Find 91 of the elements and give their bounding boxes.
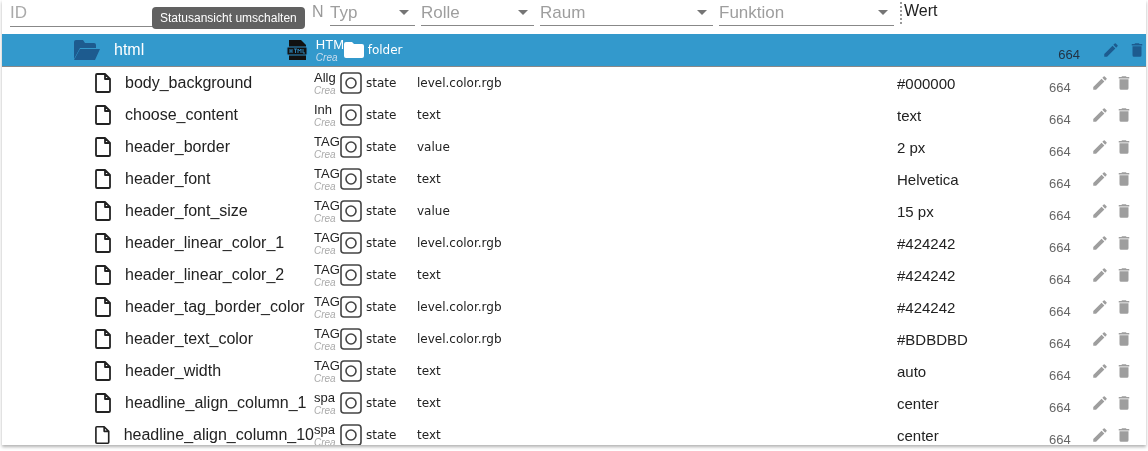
object-type: state [366, 364, 397, 378]
object-id: choose_content [125, 106, 238, 124]
acl-value: 664 [1049, 271, 1072, 287]
object-role: text [417, 268, 441, 282]
object-value: #424242 [897, 266, 956, 284]
object-role: text [417, 364, 441, 378]
object-id: header_linear_color_2 [125, 266, 285, 284]
object-value: text [897, 106, 922, 124]
acl-value: 664 [1049, 143, 1072, 159]
object-value: #BDBDBD [897, 330, 968, 348]
object-role: text [417, 396, 441, 410]
object-name: Allg [314, 70, 337, 85]
object-description: Crea [314, 213, 337, 224]
object-description: Crea [314, 405, 337, 416]
object-type: state [366, 428, 397, 442]
object-description: Crea [314, 85, 337, 96]
object-type: state [366, 332, 397, 346]
object-id: header_font [125, 170, 211, 188]
object-value: 2 px [897, 138, 926, 156]
object-type: folder [367, 43, 403, 57]
tooltip: Statusansicht umschalten [152, 7, 305, 29]
object-id: header_tag_border_color [125, 298, 305, 316]
object-value: Helvetica [897, 170, 959, 188]
object-description: Crea [314, 117, 337, 128]
object-role: value [417, 140, 450, 154]
object-type: state [366, 76, 397, 90]
object-value: center [897, 426, 939, 444]
acl-value: 664 [1049, 239, 1072, 255]
object-role: level.color.rgb [417, 300, 502, 314]
object-value: #424242 [897, 234, 956, 252]
object-description: Crea [315, 52, 339, 63]
object-description: Crea [314, 341, 337, 352]
object-id: headline_align_column_1 [125, 394, 307, 412]
object-id: headline_align_column_10 [123, 426, 314, 444]
acl-value: 664 [1049, 335, 1072, 351]
object-name: spa [314, 390, 336, 405]
object-value: 15 px [897, 202, 934, 220]
object-role: level.color.rgb [417, 236, 502, 250]
object-type: state [366, 268, 397, 282]
object-type: state [366, 140, 397, 154]
acl-value: 664 [1049, 303, 1072, 319]
object-description: Crea [314, 277, 337, 288]
object-description: Crea [314, 373, 337, 384]
object-type: state [366, 204, 397, 218]
object-name: TAG [314, 166, 340, 181]
object-description: Crea [314, 149, 337, 160]
object-name: HTM [315, 37, 342, 52]
object-value: #000000 [897, 74, 956, 92]
object-role: level.color.rgb [417, 332, 502, 346]
object-name: spa [314, 422, 336, 437]
object-description: Crea [314, 245, 337, 256]
object-value: #424242 [897, 298, 956, 316]
acl-value: 664 [1049, 431, 1072, 445]
object-id: html [114, 41, 145, 59]
object-name: TAG [314, 134, 340, 149]
object-type: state [366, 108, 397, 122]
column-header: Wert [904, 2, 938, 20]
object-value: auto [897, 362, 927, 380]
object-role: text [417, 108, 441, 122]
object-id: header_linear_color_1 [125, 234, 285, 252]
object-type: state [366, 172, 397, 186]
object-id: header_font_size [125, 202, 248, 220]
column-header: N [311, 3, 324, 21]
object-id: body_background [125, 74, 253, 92]
object-name: TAG [314, 326, 340, 341]
acl-value: 664 [1049, 111, 1072, 127]
object-id: header_width [125, 362, 222, 380]
acl-value: 664 [1049, 175, 1072, 191]
object-role: text [417, 172, 441, 186]
object-name: TAG [314, 262, 340, 277]
acl-value: 664 [1049, 207, 1072, 223]
object-id: header_text_color [125, 330, 254, 348]
object-type: state [366, 236, 397, 250]
object-role: level.color.rgb [417, 76, 502, 90]
object-name: TAG [314, 358, 340, 373]
object-type: state [366, 300, 397, 314]
object-name: Inh [314, 102, 334, 117]
object-description: Crea [314, 309, 337, 320]
acl-value: 664 [1049, 367, 1072, 383]
object-role: value [417, 204, 450, 218]
object-name: TAG [314, 294, 340, 309]
object-name: TAG [314, 198, 340, 213]
acl-value: 664 [1049, 399, 1072, 415]
object-id: header_border [125, 138, 230, 156]
acl-value: 664 [1049, 79, 1072, 95]
object-role: text [417, 428, 441, 442]
object-name: TAG [314, 230, 340, 245]
object-value: center [897, 394, 939, 412]
object-description: Crea [314, 181, 337, 192]
object-type: state [366, 396, 397, 410]
acl-value: 664 [1058, 46, 1081, 62]
